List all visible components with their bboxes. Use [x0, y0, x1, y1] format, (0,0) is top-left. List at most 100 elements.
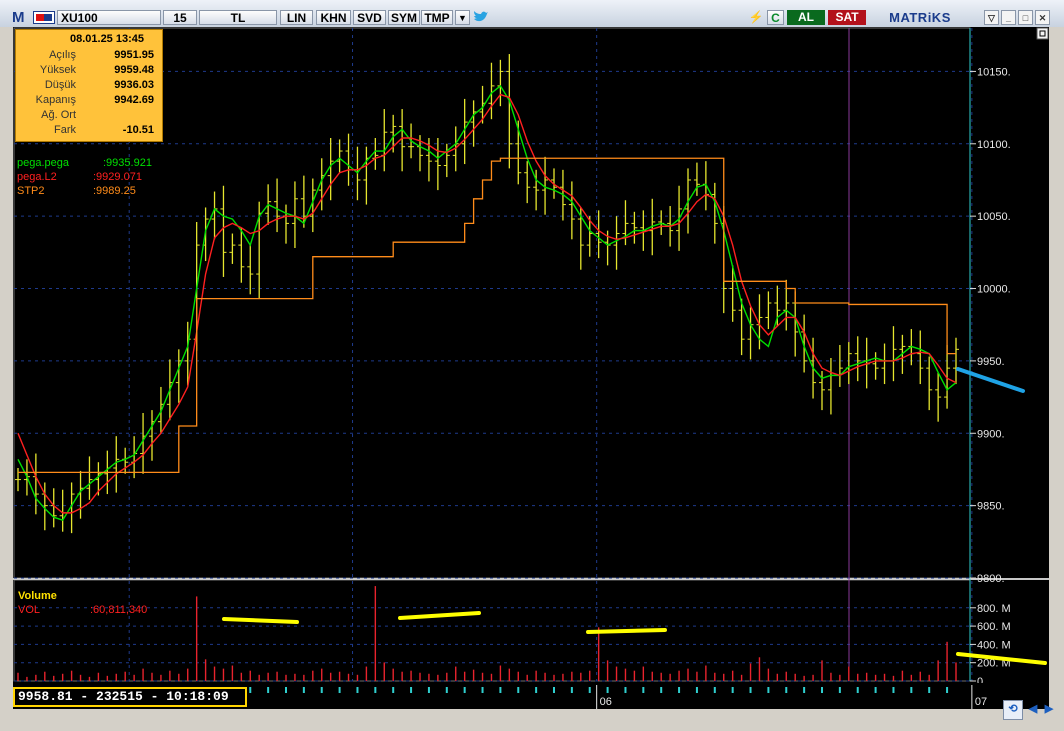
time-tick: [374, 687, 377, 693]
info-datetime: 08.01.25 13:45: [69, 33, 144, 45]
price-tick-label: 9900.: [977, 428, 1005, 440]
period-field[interactable]: 15: [163, 10, 197, 25]
info-label: Düşük: [44, 79, 76, 91]
time-tick: [463, 687, 466, 693]
volume-tick-label: 400. M: [977, 639, 1011, 651]
time-tick: [481, 687, 484, 693]
time-tick: [856, 687, 859, 693]
twitter-bird-icon[interactable]: [472, 10, 490, 25]
time-tick: [249, 687, 252, 693]
info-label: Yüksek: [39, 64, 76, 76]
time-tick: [285, 687, 287, 693]
info-label: Ağ. Ort: [41, 109, 76, 121]
close-icon[interactable]: ✕: [1035, 10, 1050, 25]
legend-value: :9929.071: [93, 171, 142, 183]
lightning-icon[interactable]: ⚡: [748, 10, 764, 25]
info-row: Kapanış 9942.69: [16, 94, 162, 109]
time-tick: [553, 687, 555, 693]
info-row: Yüksek 9959.48: [16, 64, 162, 79]
time-tick: [946, 687, 949, 693]
maximize-icon[interactable]: □: [1018, 10, 1033, 25]
time-tick: [838, 687, 841, 693]
sym-button[interactable]: SYM: [388, 10, 420, 25]
time-tick: [749, 687, 752, 693]
time-tick: [588, 687, 591, 693]
price-tick-label: 10000.: [977, 284, 1011, 296]
info-row: Düşük 9936.03: [16, 79, 162, 94]
indicator-legend: pega.pega :9935.921 pega.L2:9929.071 STP2 :9…: [17, 156, 187, 198]
info-row: Açılış 9951.95: [16, 49, 162, 64]
date-label: 06: [600, 696, 612, 708]
time-tick: [517, 687, 520, 693]
time-tick: [642, 687, 645, 693]
time-tick: [767, 687, 770, 693]
svd-button[interactable]: SVD: [353, 10, 386, 25]
info-row: Ağ. Ort: [16, 109, 162, 124]
minimize-icon[interactable]: _: [1001, 10, 1016, 25]
price-tick-label: 9850.: [977, 501, 1005, 513]
time-tick: [892, 687, 895, 693]
lin-button[interactable]: LIN: [280, 10, 313, 25]
legend-value: :9989.25: [93, 185, 136, 197]
time-tick: [427, 687, 430, 693]
date-label: 07: [975, 696, 987, 708]
khn-button[interactable]: KHN: [316, 10, 351, 25]
time-tick: [910, 687, 913, 693]
time-tick: [821, 687, 823, 693]
time-tick: [499, 687, 502, 693]
volume-tick-label: 600. M: [977, 621, 1011, 633]
app-logo: M: [12, 9, 25, 26]
time-tick: [445, 687, 448, 693]
info-label: Açılış: [49, 49, 76, 61]
sell-button[interactable]: SAT: [828, 10, 866, 25]
currency-field[interactable]: TL: [199, 10, 277, 25]
vol-label: VOL: [18, 604, 41, 616]
time-tick: [678, 687, 681, 693]
dropdown-arrow-icon[interactable]: ▼: [455, 10, 470, 25]
time-tick: [356, 687, 359, 693]
time-tick: [570, 687, 573, 693]
time-tick: [267, 687, 270, 693]
brand-label: MATRiKS: [889, 10, 951, 25]
symbol-flag-icon[interactable]: [33, 11, 55, 24]
info-value: 9959.48: [114, 64, 154, 76]
time-tick: [606, 687, 609, 693]
time-tick: [695, 687, 698, 693]
time-tick: [320, 687, 323, 693]
symbol-field[interactable]: XU100: [57, 10, 161, 25]
volume-tick-label: 800. M: [977, 603, 1011, 615]
scroll-left-icon[interactable]: ◀: [1025, 701, 1041, 717]
time-tick: [803, 687, 806, 693]
time-tick: [302, 687, 305, 693]
chart-toolbar: M XU100 15 TL LIN KHN SVD SYM TMP ▼ ⚡ C …: [0, 0, 1064, 28]
info-label: Kapanış: [35, 94, 76, 106]
panel-maximize-icon[interactable]: [1036, 27, 1049, 40]
buy-button[interactable]: AL: [787, 10, 825, 25]
legend-name: pega.pega: [17, 157, 69, 169]
info-value: 9951.95: [114, 49, 154, 61]
volume-title: Volume: [18, 590, 57, 602]
time-tick: [392, 687, 395, 693]
scroll-right-icon[interactable]: ▶: [1041, 701, 1057, 717]
refresh-c-icon[interactable]: C: [767, 10, 784, 25]
bottom-bar: [0, 709, 1064, 731]
time-tick: [928, 687, 931, 693]
legend-item: pega.L2:9929.071: [17, 170, 187, 184]
legend-value: :9935.921: [103, 157, 152, 169]
time-tick: [785, 687, 788, 693]
menu-dropdown-icon[interactable]: ▽: [984, 10, 999, 25]
legend-item: STP2 :9989.25: [17, 184, 187, 198]
time-tick: [338, 687, 341, 693]
time-tick: [874, 687, 877, 693]
price-tick-label: 9950.: [977, 356, 1005, 368]
status-readout: 9958.81 - 232515 - 10:18:09: [13, 687, 247, 707]
legend-name: STP2: [17, 185, 45, 197]
ohlc-info-box: 08.01.25 13:45 Açılış 9951.95 Yüksek 9959.4…: [15, 29, 163, 142]
time-tick: [624, 687, 627, 693]
price-tick-label: 9800.: [977, 573, 1005, 585]
price-tick-label: 10100.: [977, 139, 1011, 151]
info-value: 9936.03: [114, 79, 154, 91]
vol-value: :60,811,340: [90, 604, 148, 616]
tmp-button[interactable]: TMP: [421, 10, 453, 25]
sync-icon[interactable]: ⟲: [1003, 700, 1023, 720]
